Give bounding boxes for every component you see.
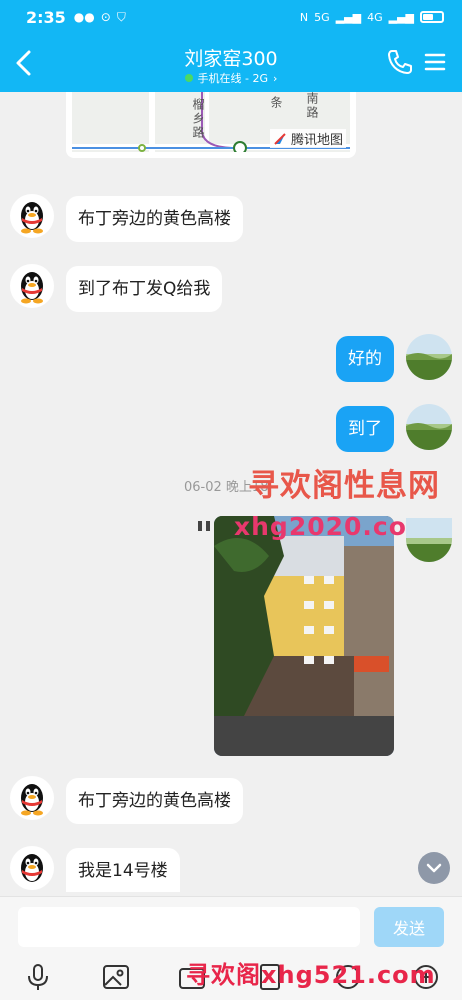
map-street-label: 条 bbox=[269, 96, 283, 110]
send-button[interactable]: 发送 bbox=[374, 907, 444, 947]
avatar[interactable] bbox=[10, 194, 54, 238]
qq-penguin-icon bbox=[21, 784, 43, 816]
message-input-bar: 发送 寻欢阁xhg521.com bbox=[0, 896, 462, 1000]
message-bubble-outgoing[interactable]: 到了 bbox=[336, 406, 394, 452]
message-input[interactable] bbox=[18, 907, 360, 947]
building-photo bbox=[214, 516, 394, 756]
battery-icon bbox=[420, 11, 444, 23]
search-status-icon: ⊙ bbox=[100, 10, 111, 24]
tencent-maps-logo-icon bbox=[274, 132, 286, 145]
message-bubble-incoming[interactable]: 我是14号楼 bbox=[66, 848, 180, 892]
status-bar: 2:35 ●● ⊙ ⛉ N 5G ▂▄▆ 4G ▂▄▆ bbox=[0, 0, 462, 34]
message-bubble-incoming[interactable]: 到了布丁发Q给我 bbox=[66, 266, 223, 312]
signal-5g: 5G bbox=[314, 10, 330, 24]
avatar[interactable] bbox=[10, 846, 54, 890]
landscape-avatar-icon bbox=[406, 404, 452, 450]
map-preview: 榴乡路 条 南路 腾讯地图 bbox=[72, 92, 350, 152]
map-street-label: 南路 bbox=[305, 92, 319, 120]
scroll-to-bottom-button[interactable] bbox=[418, 852, 450, 884]
avatar[interactable] bbox=[406, 518, 452, 562]
status-time: 2:35 bbox=[26, 7, 66, 27]
shield-icon: ⛉ bbox=[116, 9, 126, 24]
watermark-bottom: 寻欢阁xhg521.com bbox=[186, 961, 436, 989]
online-status-dot bbox=[184, 74, 193, 82]
avatar[interactable] bbox=[10, 776, 54, 820]
image-icon[interactable] bbox=[102, 963, 130, 991]
phone-icon[interactable] bbox=[386, 48, 414, 76]
avatar[interactable] bbox=[406, 404, 452, 450]
tencent-maps-brand: 腾讯地图 bbox=[269, 129, 346, 148]
microphone-icon[interactable] bbox=[24, 963, 52, 991]
signal-4g: 4G bbox=[367, 10, 383, 24]
watermark-url: xhg2020.com bbox=[234, 512, 434, 541]
nfc-icon: N bbox=[299, 10, 309, 24]
signal-bars-icon: ▂▄▆ bbox=[388, 10, 414, 24]
message-bubble-incoming[interactable]: 布丁旁边的黄色高楼 bbox=[66, 196, 243, 242]
chevron-down-icon bbox=[426, 863, 442, 873]
landscape-avatar-icon bbox=[406, 518, 452, 562]
qq-penguin-icon bbox=[21, 854, 43, 882]
message-bubble-incoming[interactable]: 布丁旁边的黄色高楼 bbox=[66, 778, 243, 824]
map-street-label: 榴乡路 bbox=[191, 98, 205, 140]
watermark-text: 寻欢阁性息网 bbox=[248, 468, 440, 504]
avatar[interactable] bbox=[10, 264, 54, 308]
message-bubble-outgoing[interactable]: 好的 bbox=[336, 336, 394, 382]
avatar[interactable] bbox=[406, 334, 452, 380]
qq-penguin-icon bbox=[21, 272, 43, 304]
landscape-avatar-icon bbox=[406, 334, 452, 380]
wechat-icon: ●● bbox=[73, 10, 95, 24]
photo-message[interactable] bbox=[214, 516, 394, 756]
chat-header: 2:35 ●● ⊙ ⛉ N 5G ▂▄▆ 4G ▂▄▆ 刘家窑300 手机在线 … bbox=[0, 0, 462, 92]
signal-bars-icon: ▂▄▆ bbox=[335, 10, 362, 24]
qq-penguin-icon bbox=[21, 202, 43, 234]
location-map-card[interactable]: 榴乡路 条 南路 腾讯地图 bbox=[66, 92, 356, 158]
menu-icon[interactable] bbox=[424, 51, 446, 73]
